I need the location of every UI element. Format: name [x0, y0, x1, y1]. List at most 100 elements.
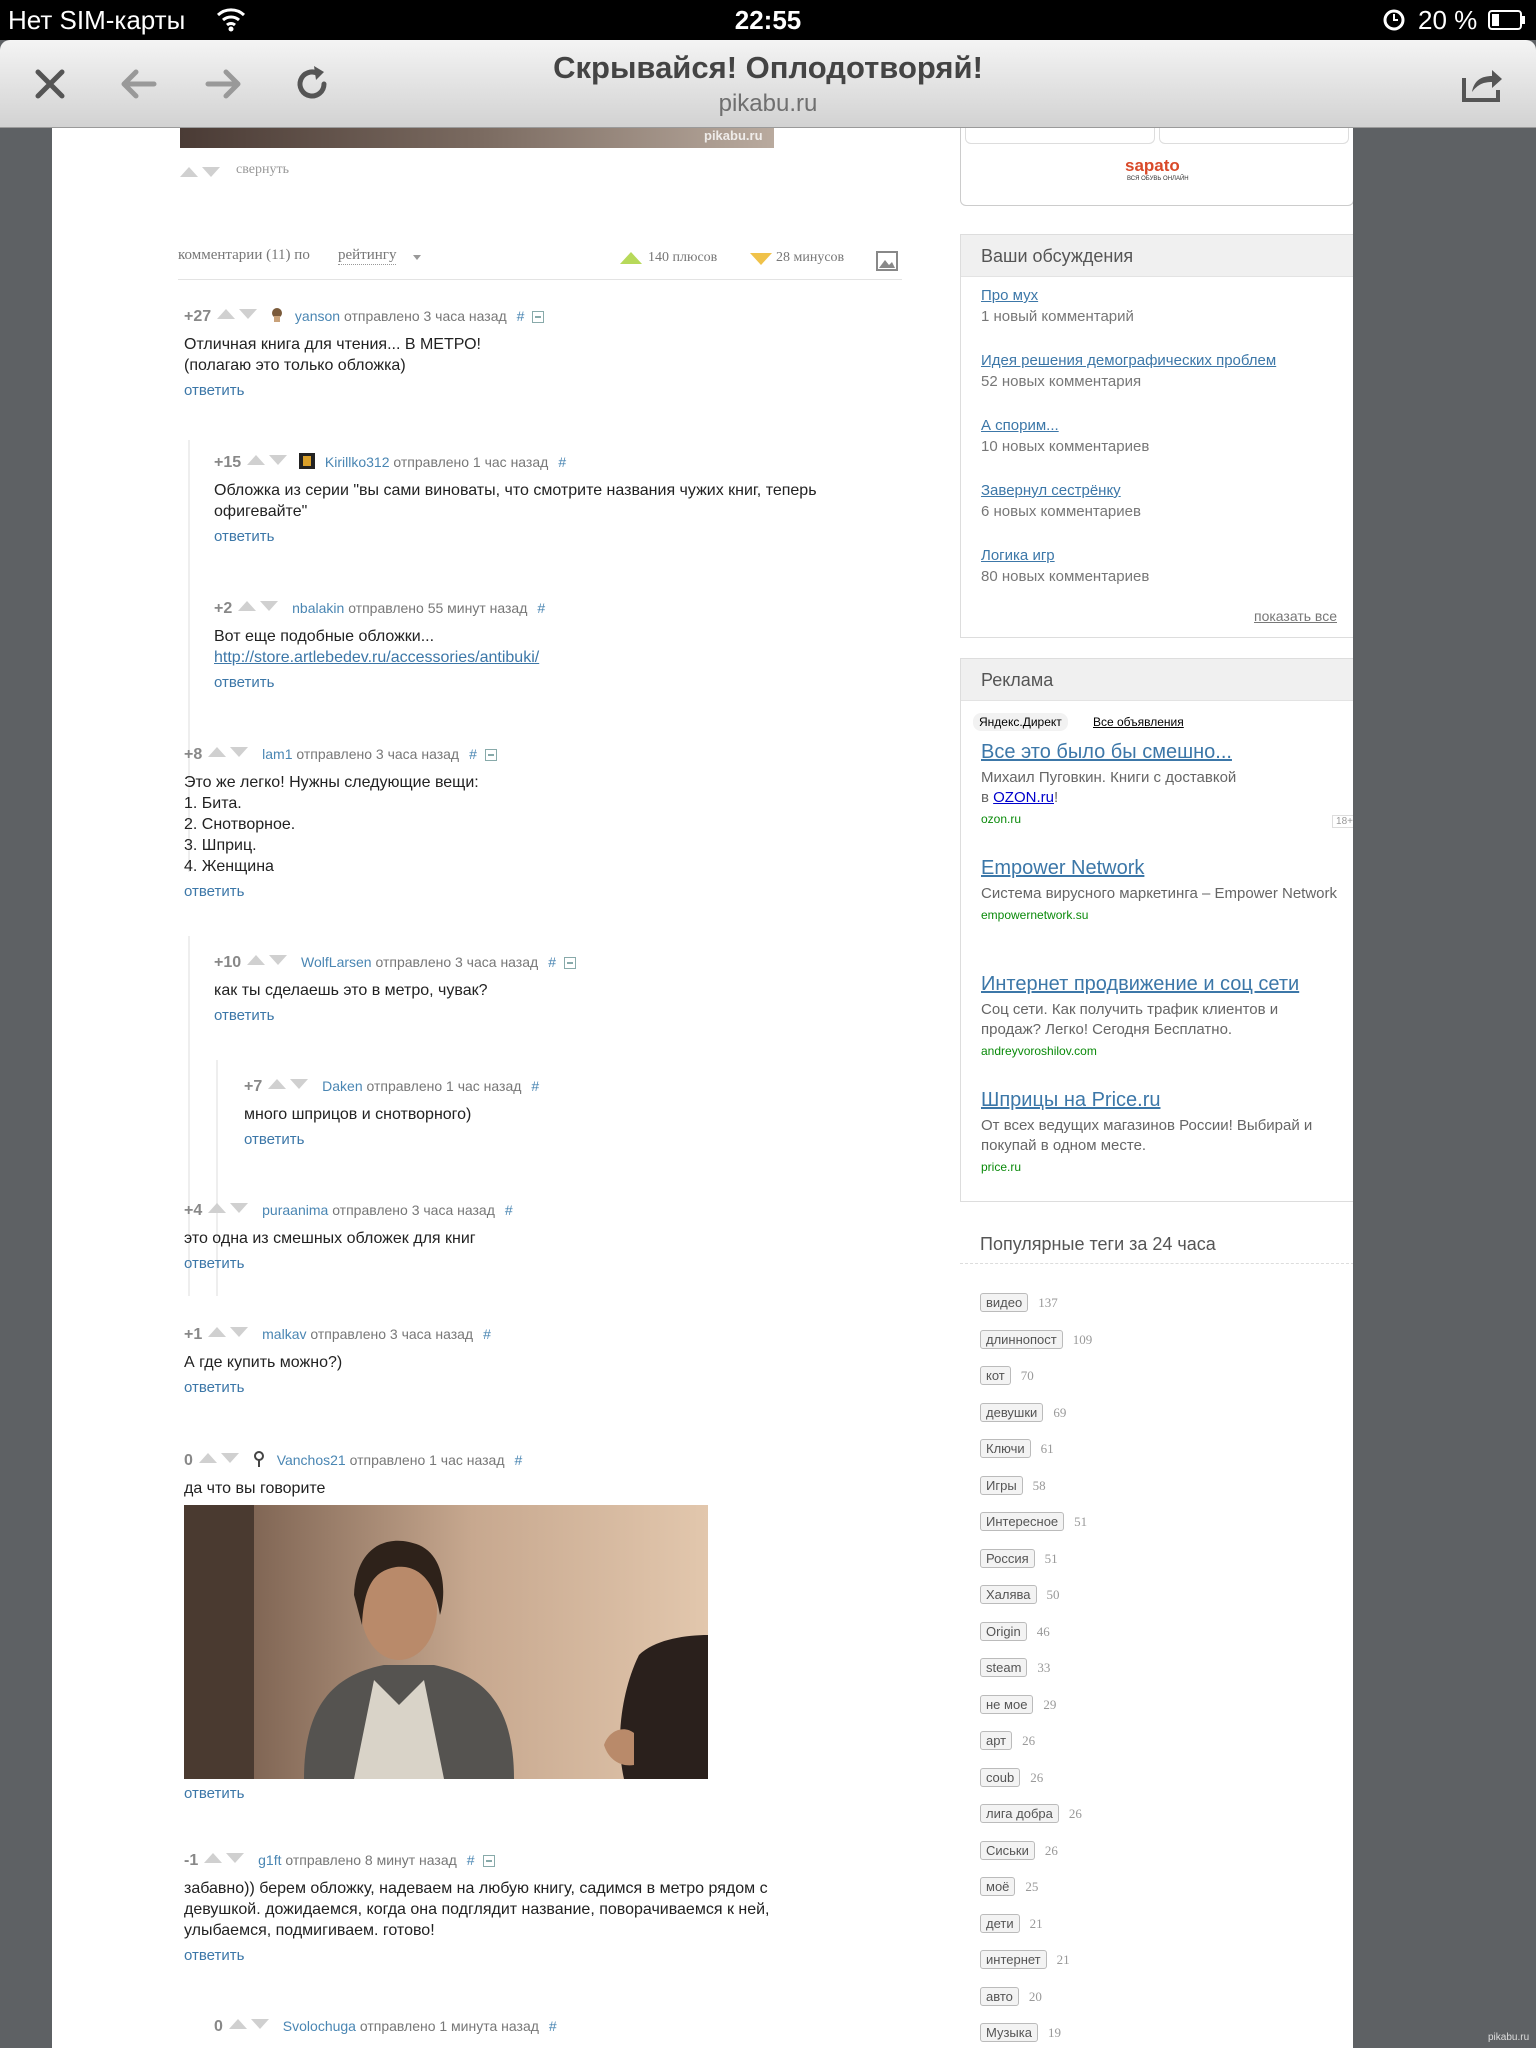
vote-arrows[interactable]	[204, 1853, 248, 1865]
share-icon[interactable]	[1458, 60, 1506, 108]
reply-link[interactable]: ответить	[214, 528, 904, 545]
tag-link[interactable]: кот	[980, 1366, 1011, 1385]
comment-author[interactable]: WolfLarsen	[301, 954, 372, 970]
reply-link[interactable]: ответить	[184, 1947, 904, 1964]
comment-author[interactable]: yanson	[295, 308, 340, 324]
comment-author[interactable]: Kirillko312	[325, 454, 390, 470]
reply-link[interactable]: ответить	[184, 1379, 904, 1396]
vote-arrows[interactable]	[238, 601, 282, 613]
comment-author[interactable]: Daken	[322, 1078, 362, 1094]
vote-arrows[interactable]	[198, 1453, 243, 1465]
discussion-link[interactable]: Идея решения демографических проблем	[981, 352, 1276, 369]
tag-link[interactable]: Музыка	[980, 2023, 1038, 2042]
collapse-icon[interactable]	[484, 749, 497, 762]
tag-link[interactable]: coub	[980, 1768, 1021, 1787]
comment-author[interactable]: Vanchos21	[277, 1452, 346, 1468]
tag-link[interactable]: Россия	[980, 1549, 1035, 1568]
post-vote[interactable]	[180, 166, 224, 184]
tag-count: 51	[1074, 1514, 1088, 1529]
collapse-link[interactable]: свернуть	[236, 162, 289, 178]
all-ads-link[interactable]: Все объявления	[1093, 715, 1184, 729]
tag-count: 21	[1029, 1916, 1043, 1931]
tag-link[interactable]: Ключи	[980, 1439, 1031, 1458]
tag-link[interactable]: Интересное	[980, 1512, 1065, 1531]
ad-url[interactable]: ozon.ru	[981, 812, 1341, 826]
vote-arrows[interactable]	[208, 1327, 252, 1339]
tag-link[interactable]: арт	[980, 1731, 1013, 1750]
comment-permalink[interactable]: #	[548, 954, 556, 970]
comment-rating: +1	[184, 1326, 203, 1343]
ad-title[interactable]: Шприцы на Price.ru	[981, 1089, 1341, 1112]
tag-link[interactable]: видео	[980, 1293, 1029, 1312]
show-all-link[interactable]: показать все	[1254, 608, 1337, 624]
reply-link[interactable]: ответить	[214, 674, 904, 691]
reply-link[interactable]: ответить	[184, 382, 904, 399]
comment-permalink[interactable]: #	[537, 600, 545, 616]
comment-permalink[interactable]: #	[531, 1078, 539, 1094]
reply-link[interactable]: ответить	[184, 883, 904, 900]
tag-link[interactable]: Сиськи	[980, 1841, 1035, 1860]
comment-text: да что вы говорите	[184, 1480, 326, 1497]
tag-link[interactable]: лига добра	[980, 1804, 1059, 1823]
vote-arrows[interactable]	[268, 1079, 312, 1091]
sort-dropdown[interactable]: рейтингу	[338, 247, 397, 265]
comment-author[interactable]: nbalakin	[292, 600, 344, 616]
reply-link[interactable]: ответить	[214, 1007, 904, 1024]
ad-url[interactable]: price.ru	[981, 1160, 1341, 1174]
vote-arrows[interactable]	[208, 747, 252, 759]
comment-permalink[interactable]: #	[469, 746, 477, 762]
collapse-icon[interactable]	[482, 1855, 495, 1868]
comment-rating: +8	[184, 746, 203, 763]
tag-link[interactable]: длиннопост	[980, 1330, 1063, 1349]
collapse-icon[interactable]	[532, 311, 545, 324]
tag-link[interactable]: steam	[980, 1658, 1028, 1677]
post-watermark: pikabu.ru	[704, 128, 763, 143]
page-url[interactable]: pikabu.ru	[0, 90, 1536, 118]
vote-arrows[interactable]	[208, 1203, 252, 1215]
reply-link[interactable]: ответить	[184, 1785, 904, 1802]
discussion-link[interactable]: А спорим...	[981, 417, 1059, 434]
tag-link[interactable]: моё	[980, 1877, 1016, 1896]
ad-title[interactable]: Интернет продвижение и соц сети	[981, 973, 1341, 996]
comment-permalink[interactable]: #	[517, 308, 525, 324]
tag-link[interactable]: Игры	[980, 1476, 1023, 1495]
tag-link[interactable]: авто	[980, 1987, 1019, 2006]
comment-permalink[interactable]: #	[558, 454, 566, 470]
comment-rating: 0	[214, 2018, 223, 2035]
comment-permalink[interactable]: #	[483, 1326, 491, 1342]
reply-link[interactable]: ответить	[244, 1131, 904, 1148]
discussion-link[interactable]: Логика игр	[981, 547, 1055, 564]
tag-link[interactable]: дети	[980, 1914, 1020, 1933]
comment-permalink[interactable]: #	[505, 1202, 513, 1218]
tag-link[interactable]: интернет	[980, 1950, 1047, 1969]
ad-url[interactable]: andreyvoroshilov.com	[981, 1044, 1341, 1058]
comment-link[interactable]: http://store.artlebedev.ru/accessories/a…	[214, 649, 539, 666]
vote-arrows[interactable]	[247, 955, 291, 967]
comment-author[interactable]: malkav	[262, 1326, 306, 1342]
comment-permalink[interactable]: #	[467, 1852, 475, 1868]
image-icon[interactable]	[876, 251, 898, 271]
discussion-link[interactable]: Про мух	[981, 287, 1038, 304]
collapse-icon[interactable]	[563, 957, 576, 970]
ozon-link[interactable]: OZON.ru	[993, 789, 1054, 806]
comment-author[interactable]: lam1	[262, 746, 292, 762]
ad-url[interactable]: empowernetwork.su	[981, 908, 1341, 922]
tag-link[interactable]: девушки	[980, 1403, 1044, 1422]
comment-permalink[interactable]: #	[515, 1452, 523, 1468]
vote-arrows[interactable]	[247, 455, 291, 467]
ad-title[interactable]: Все это было бы смешно...	[981, 741, 1341, 764]
comment-author[interactable]: puraanima	[262, 1202, 328, 1218]
tag-link[interactable]: Халява	[980, 1585, 1037, 1604]
comment-permalink[interactable]: #	[549, 2018, 557, 2034]
discussion-link[interactable]: Завернул сестрёнку	[981, 482, 1121, 499]
tag-link[interactable]: не мое	[980, 1695, 1034, 1714]
comment-author[interactable]: Svolochuga	[283, 2018, 356, 2034]
vote-arrows[interactable]	[217, 309, 261, 321]
tag-link[interactable]: Origin	[980, 1622, 1027, 1641]
tag-count: 137	[1038, 1295, 1058, 1310]
comment-author[interactable]: g1ft	[258, 1852, 281, 1868]
reply-link[interactable]: ответить	[184, 1255, 904, 1272]
sapato-ad[interactable]: sapato ВСЯ ОБУВЬ ОНЛАЙН	[960, 128, 1353, 206]
ad-title[interactable]: Empower Network	[981, 857, 1341, 880]
vote-arrows[interactable]	[228, 2019, 273, 2031]
